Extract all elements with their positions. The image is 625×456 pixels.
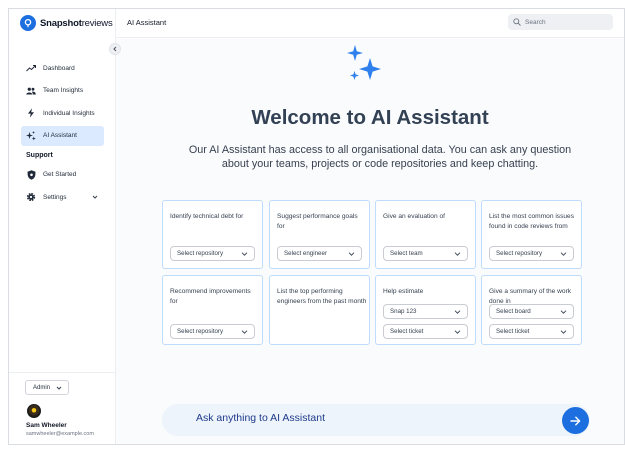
prompt-card-evaluation[interactable]: Give an evaluation of Select team bbox=[375, 200, 476, 269]
select-ticket-dropdown[interactable]: Select ticket bbox=[489, 324, 574, 339]
user-name: Sam Wheeler bbox=[26, 422, 67, 429]
select-value: Select engineer bbox=[284, 250, 327, 257]
role-select-value: Admin bbox=[33, 384, 51, 391]
sidebar-item-team-insights[interactable]: Team Insights bbox=[21, 81, 104, 101]
chevron-down-icon bbox=[560, 309, 567, 314]
people-icon bbox=[26, 86, 36, 96]
search-icon bbox=[513, 18, 521, 26]
prompt-card-text: List the top performing engineers from t… bbox=[277, 288, 367, 305]
chevron-down-icon bbox=[560, 251, 567, 256]
select-repository-dropdown[interactable]: Select repository bbox=[489, 246, 574, 261]
collapse-sidebar-button[interactable] bbox=[109, 43, 121, 55]
sparkles-icon bbox=[346, 43, 384, 88]
logo-icon bbox=[20, 15, 36, 31]
logo-text-regular: reviews bbox=[81, 17, 113, 29]
sidebar-item-label: Individual Insights bbox=[43, 109, 95, 117]
select-value: Select repository bbox=[496, 250, 543, 257]
select-value: Snap 123 bbox=[390, 308, 417, 315]
trend-line-icon bbox=[26, 63, 36, 73]
ask-input[interactable] bbox=[196, 412, 516, 424]
select-value: Select ticket bbox=[496, 328, 530, 335]
chevron-down-icon bbox=[454, 251, 461, 256]
prompt-card-technical-debt[interactable]: Identify technical debt for Select repos… bbox=[162, 200, 263, 269]
select-value: Select board bbox=[496, 308, 531, 315]
app-window: Snapshotreviews Dashboard Team Insights bbox=[8, 8, 625, 445]
sidebar-item-label: AI Assistant bbox=[43, 132, 77, 139]
gear-icon bbox=[26, 192, 36, 202]
prompt-card-common-issues[interactable]: List the most common issues found in cod… bbox=[481, 200, 582, 269]
select-repository-dropdown[interactable]: Select repository bbox=[170, 246, 255, 261]
ask-bar bbox=[162, 404, 590, 436]
select-ticket-dropdown[interactable]: Select ticket bbox=[383, 324, 468, 339]
prompt-card-text: Help estimate bbox=[383, 288, 424, 295]
sparkles-icon bbox=[26, 130, 36, 141]
arrow-right-icon bbox=[570, 416, 581, 425]
sidebar-item-settings[interactable]: Settings bbox=[21, 187, 104, 207]
prompt-card-recommend-improvements[interactable]: Recommend improvements for Select reposi… bbox=[162, 275, 263, 345]
select-value: Select repository bbox=[177, 250, 224, 257]
prompt-card-help-estimate[interactable]: Help estimate Snap 123 Select ticket bbox=[375, 275, 476, 345]
logo[interactable]: Snapshotreviews bbox=[20, 15, 113, 31]
select-team-dropdown[interactable]: Select team bbox=[383, 246, 468, 261]
sidebar-nav: Dashboard Team Insights Individual Insig… bbox=[21, 58, 104, 210]
shield-icon bbox=[26, 169, 36, 180]
select-value: Select ticket bbox=[390, 328, 424, 335]
select-value: Select team bbox=[390, 250, 423, 257]
prompt-card-performance-goals[interactable]: Suggest performance goals for Select eng… bbox=[269, 200, 370, 269]
chevron-down-icon bbox=[348, 251, 355, 256]
prompt-card-text: Recommend improvements for bbox=[170, 288, 251, 305]
prompt-card-text: Give an evaluation of bbox=[383, 213, 445, 220]
sidebar-item-label: Team Insights bbox=[43, 87, 84, 94]
sidebar-footer: Admin Sam Wheeler samwheeler@example.com bbox=[9, 372, 116, 444]
support-heading: Support bbox=[26, 151, 53, 159]
chevron-down-icon bbox=[454, 309, 461, 314]
prompt-card-text: Identify technical debt for bbox=[170, 213, 244, 220]
chevron-down-icon bbox=[92, 194, 98, 201]
welcome-title: Welcome to AI Assistant bbox=[251, 106, 489, 129]
sidebar: Snapshotreviews Dashboard Team Insights bbox=[9, 9, 121, 444]
select-board-dropdown[interactable]: Select board bbox=[489, 304, 574, 319]
logo-text-bold: Snapshot bbox=[40, 17, 82, 29]
prompt-card-text: Suggest performance goals for bbox=[277, 213, 358, 230]
sidebar-item-label: Get Started bbox=[43, 171, 77, 178]
chevron-down-icon bbox=[241, 251, 248, 256]
sidebar-item-label: Settings bbox=[43, 193, 67, 201]
select-value: Select repository bbox=[177, 328, 224, 335]
avatar[interactable] bbox=[27, 404, 41, 418]
sidebar-item-dashboard[interactable]: Dashboard bbox=[21, 58, 104, 78]
search-box[interactable] bbox=[508, 14, 613, 30]
search-input[interactable] bbox=[525, 18, 610, 26]
select-engineer-dropdown[interactable]: Select engineer bbox=[277, 246, 362, 261]
page-title: AI Assistant bbox=[127, 18, 167, 27]
top-bar: AI Assistant bbox=[116, 9, 624, 38]
welcome-subtitle: Our AI Assistant has access to all organ… bbox=[188, 144, 572, 170]
role-select[interactable]: Admin bbox=[25, 380, 69, 395]
select-sprint-dropdown[interactable]: Snap 123 bbox=[383, 304, 468, 319]
lightning-icon bbox=[26, 108, 36, 118]
sidebar-item-label: Dashboard bbox=[43, 64, 75, 72]
user-email: samwheeler@example.com bbox=[26, 431, 94, 437]
main-content: Welcome to AI Assistant Our AI Assistant… bbox=[116, 39, 624, 444]
chevron-left-icon bbox=[113, 46, 117, 52]
chevron-down-icon bbox=[56, 386, 62, 390]
chevron-down-icon bbox=[241, 329, 248, 334]
sidebar-item-individual-insights[interactable]: Individual Insights bbox=[21, 103, 104, 123]
prompt-card-work-summary[interactable]: Give a summary of the work done in Selec… bbox=[481, 275, 582, 345]
send-button[interactable] bbox=[562, 407, 589, 434]
select-repository-dropdown[interactable]: Select repository bbox=[170, 324, 255, 339]
prompt-card-text: List the most common issues found in cod… bbox=[489, 213, 575, 230]
prompt-card-top-engineers[interactable]: List the top performing engineers from t… bbox=[269, 275, 370, 345]
chevron-down-icon bbox=[560, 329, 567, 334]
sidebar-item-get-started[interactable]: Get Started bbox=[21, 165, 104, 185]
sidebar-item-ai-assistant[interactable]: AI Assistant bbox=[21, 125, 104, 146]
chevron-down-icon bbox=[454, 329, 461, 334]
